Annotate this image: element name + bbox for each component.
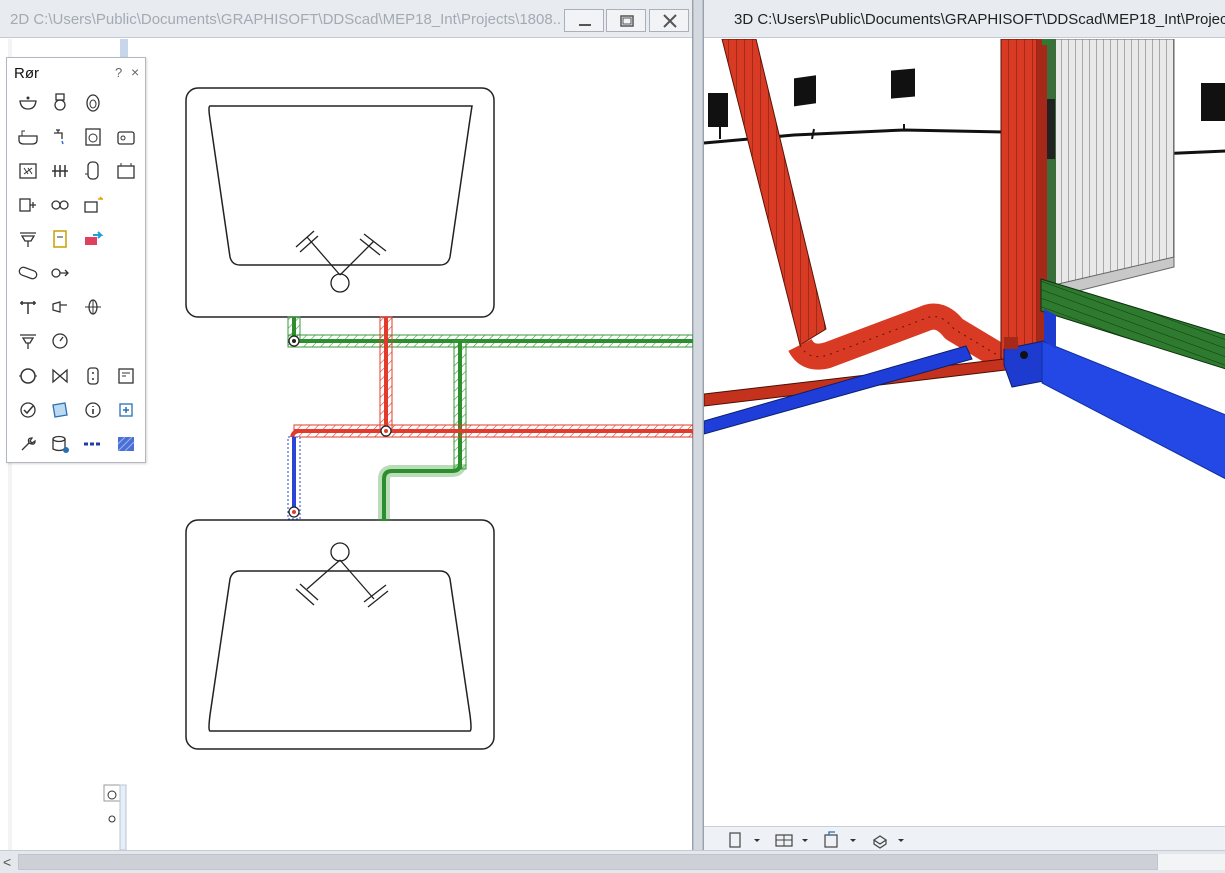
pipe-cold-blue[interactable] [287, 436, 301, 520]
window-3d: 3D C:\Users\Public\Documents\GRAPHISOFT\… [703, 0, 1225, 850]
view-3d-canvas[interactable] [704, 39, 1225, 826]
washbasin-lower[interactable] [185, 519, 495, 750]
manifold-icon[interactable] [48, 159, 72, 183]
faucet-icon[interactable] [48, 125, 72, 149]
washbasin-icon[interactable] [16, 91, 40, 115]
door-view-icon[interactable] [724, 831, 764, 849]
fixture-marker[interactable] [103, 784, 127, 850]
sink-icon[interactable] [114, 125, 138, 149]
top-marker [120, 39, 128, 57]
palette-title: Rør [14, 65, 39, 82]
scrollbar-thumb[interactable] [18, 854, 1158, 870]
window-2d: 2D C:\Users\Public\Documents\GRAPHISOFT\… [0, 0, 693, 850]
scrollbar-track[interactable] [1158, 854, 1225, 870]
window-splitter[interactable] [693, 0, 703, 850]
wrench-icon[interactable] [16, 432, 40, 456]
panel-icon[interactable] [114, 364, 138, 388]
minimize-button[interactable] [564, 9, 604, 32]
fill-icon[interactable] [48, 398, 72, 422]
palette-close-button[interactable]: × [131, 64, 139, 80]
floor-view-icon[interactable] [772, 831, 812, 849]
database-icon[interactable] [48, 432, 72, 456]
pipe-palette: Rør ? × [6, 57, 146, 463]
sensor-icon[interactable] [81, 364, 105, 388]
orbit-icon[interactable] [868, 831, 908, 849]
horizontal-scrollbar[interactable]: < [0, 850, 1225, 873]
tank-icon[interactable] [114, 159, 138, 183]
radiator-panel [1042, 39, 1175, 298]
info-icon[interactable] [81, 398, 105, 422]
urinal-icon[interactable] [81, 91, 105, 115]
drain-fixture-icon[interactable] [16, 329, 40, 353]
bathtub-icon[interactable] [16, 125, 40, 149]
dashed-line-icon[interactable] [81, 432, 105, 456]
pipe-supply-green[interactable] [287, 316, 693, 521]
radiator-icon[interactable] [16, 159, 40, 183]
valve-group-icon[interactable] [48, 193, 72, 217]
water-heater-icon[interactable] [81, 159, 105, 183]
view-3d-toolbar [704, 826, 1225, 850]
floor-drain-icon[interactable] [16, 227, 40, 251]
window-2d-title: 2D C:\Users\Public\Documents\GRAPHISOFT\… [10, 11, 562, 28]
window-3d-title: 3D C:\Users\Public\Documents\GRAPHISOFT\… [734, 11, 1225, 28]
restore-icon [620, 15, 634, 27]
window-2d-titlebar[interactable]: 2D C:\Users\Public\Documents\GRAPHISOFT\… [0, 0, 692, 38]
reducer-icon[interactable] [48, 295, 72, 319]
section-view-icon[interactable] [820, 831, 860, 849]
palette-help-button[interactable]: ? [115, 65, 122, 80]
maximize-button[interactable] [606, 9, 646, 32]
hatch-icon[interactable] [114, 432, 138, 456]
tee-icon[interactable] [16, 295, 40, 319]
close-button[interactable] [649, 9, 689, 32]
gauge-icon[interactable] [48, 329, 72, 353]
pipe-icon[interactable] [16, 261, 40, 285]
add-icon[interactable] [114, 398, 138, 422]
check-icon[interactable] [16, 398, 40, 422]
butterfly-valve-icon[interactable] [48, 364, 72, 388]
heat-exchanger-icon[interactable] [81, 193, 105, 217]
scroll-left-arrow[interactable]: < [3, 854, 11, 870]
cabinet-icon[interactable] [48, 227, 72, 251]
window-3d-titlebar[interactable]: 3D C:\Users\Public\Documents\GRAPHISOFT\… [704, 0, 1225, 38]
connect-icon[interactable] [81, 227, 105, 251]
washing-machine-icon[interactable] [81, 125, 105, 149]
expansion-icon[interactable] [81, 295, 105, 319]
washbasin-upper[interactable] [185, 87, 495, 318]
circle-tool-icon[interactable] [16, 364, 40, 388]
minimize-icon [579, 24, 591, 26]
route-icon[interactable] [48, 261, 72, 285]
toilet-icon[interactable] [48, 91, 72, 115]
pipe-3d-red[interactable] [704, 39, 1047, 407]
close-icon [663, 14, 677, 28]
pump-icon[interactable] [16, 193, 40, 217]
